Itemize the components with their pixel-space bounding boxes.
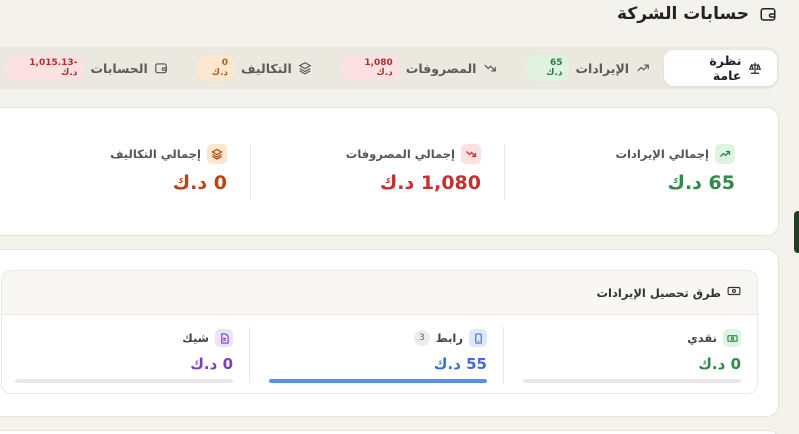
next-card: [0, 430, 779, 434]
method-value: 0 د.ك: [698, 355, 741, 373]
divider: [503, 327, 504, 383]
divider: [250, 144, 251, 200]
wallet-icon: [154, 60, 169, 76]
page: حسابات الشركة نظرة عامة الإيرادات 65 د.ك…: [0, 0, 799, 434]
method-label: رابط: [435, 331, 463, 345]
tab-label: التكاليف: [241, 60, 292, 76]
cash-icon: [727, 283, 741, 302]
total-costs-stat: إجمالي التكاليف 0 د.ك: [110, 144, 227, 202]
stat-value: 65 د.ك: [667, 172, 735, 194]
tab-badge: 65 د.ك: [525, 55, 570, 81]
side-scroll-handle[interactable]: [794, 211, 799, 253]
method-label: شيك: [182, 331, 209, 345]
method-value: 0 د.ك: [190, 355, 233, 373]
wallet-icon: [757, 3, 779, 25]
tab-badge: 1,080 د.ك: [340, 55, 400, 81]
stat-value: 1,080 د.ك: [379, 172, 481, 194]
stat-label: إجمالي التكاليف: [110, 147, 201, 161]
layers-icon: [207, 144, 227, 164]
method-value: 55 د.ك: [433, 355, 487, 373]
total-expenses-stat: إجمالي المصروفات 1,080 د.ك: [346, 144, 481, 202]
page-header: حسابات الشركة: [617, 0, 779, 28]
tab-badge: 0 د.ك: [197, 55, 236, 81]
count-badge: 3: [413, 330, 430, 346]
section-title: طرق تحصيل الإيرادات: [596, 285, 722, 300]
layers-icon: [298, 60, 313, 76]
progress-fill: [269, 379, 487, 383]
tab-bar: نظرة عامة الإيرادات 65 د.ك المصروفات 1,0…: [0, 47, 779, 89]
tab-label: الحسابات: [90, 60, 148, 76]
stat-value: 0 د.ك: [172, 172, 227, 194]
section-header: طرق تحصيل الإيرادات: [1, 270, 758, 314]
trending-up-icon: [715, 144, 735, 164]
tab-badge: -1,015.13 د.ك: [6, 55, 85, 81]
stat-label: إجمالي المصروفات: [345, 147, 455, 161]
cash-icon: [723, 329, 741, 347]
method-cash: نقدي 0 د.ك: [687, 329, 741, 373]
trending-down-icon: [482, 60, 497, 76]
summary-card: إجمالي الإيرادات 65 د.ك إجمالي المصروفات…: [0, 107, 779, 236]
page-title: حسابات الشركة: [617, 4, 749, 24]
tab-accounts[interactable]: الحسابات -1,015.13 د.ك: [0, 50, 183, 86]
total-revenue-stat: إجمالي الإيرادات 65 د.ك: [615, 144, 735, 202]
collection-card: طرق تحصيل الإيرادات نقدي 0 د.ك رابط 3 55…: [0, 249, 779, 417]
method-progress: [15, 379, 233, 383]
tab-overview[interactable]: نظرة عامة: [664, 50, 777, 86]
tab-costs[interactable]: التكاليف 0 د.ك: [183, 50, 327, 86]
tab-label: الإيرادات: [575, 60, 630, 76]
scale-icon: [747, 60, 763, 76]
method-cheque: شيك 0 د.ك: [182, 329, 233, 373]
divider: [249, 327, 250, 383]
methods-grid: نقدي 0 د.ك رابط 3 55 د.ك شيك 0 د.ك: [1, 314, 758, 394]
method-progress: [269, 379, 487, 383]
method-progress: [523, 379, 741, 383]
trending-down-icon: [461, 144, 481, 164]
method-label: نقدي: [687, 331, 717, 345]
tab-label: نظرة عامة: [709, 53, 742, 83]
tab-revenue[interactable]: الإيرادات 65 د.ك: [512, 50, 665, 86]
document-icon: [215, 329, 233, 347]
tab-expenses[interactable]: المصروفات 1,080 د.ك: [327, 50, 512, 86]
divider: [504, 144, 505, 200]
trending-up-icon: [635, 60, 650, 76]
phone-icon: [469, 329, 487, 347]
method-link: رابط 3 55 د.ك: [413, 329, 487, 373]
stat-label: إجمالي الإيرادات: [615, 147, 709, 161]
tab-label: المصروفات: [405, 60, 477, 76]
